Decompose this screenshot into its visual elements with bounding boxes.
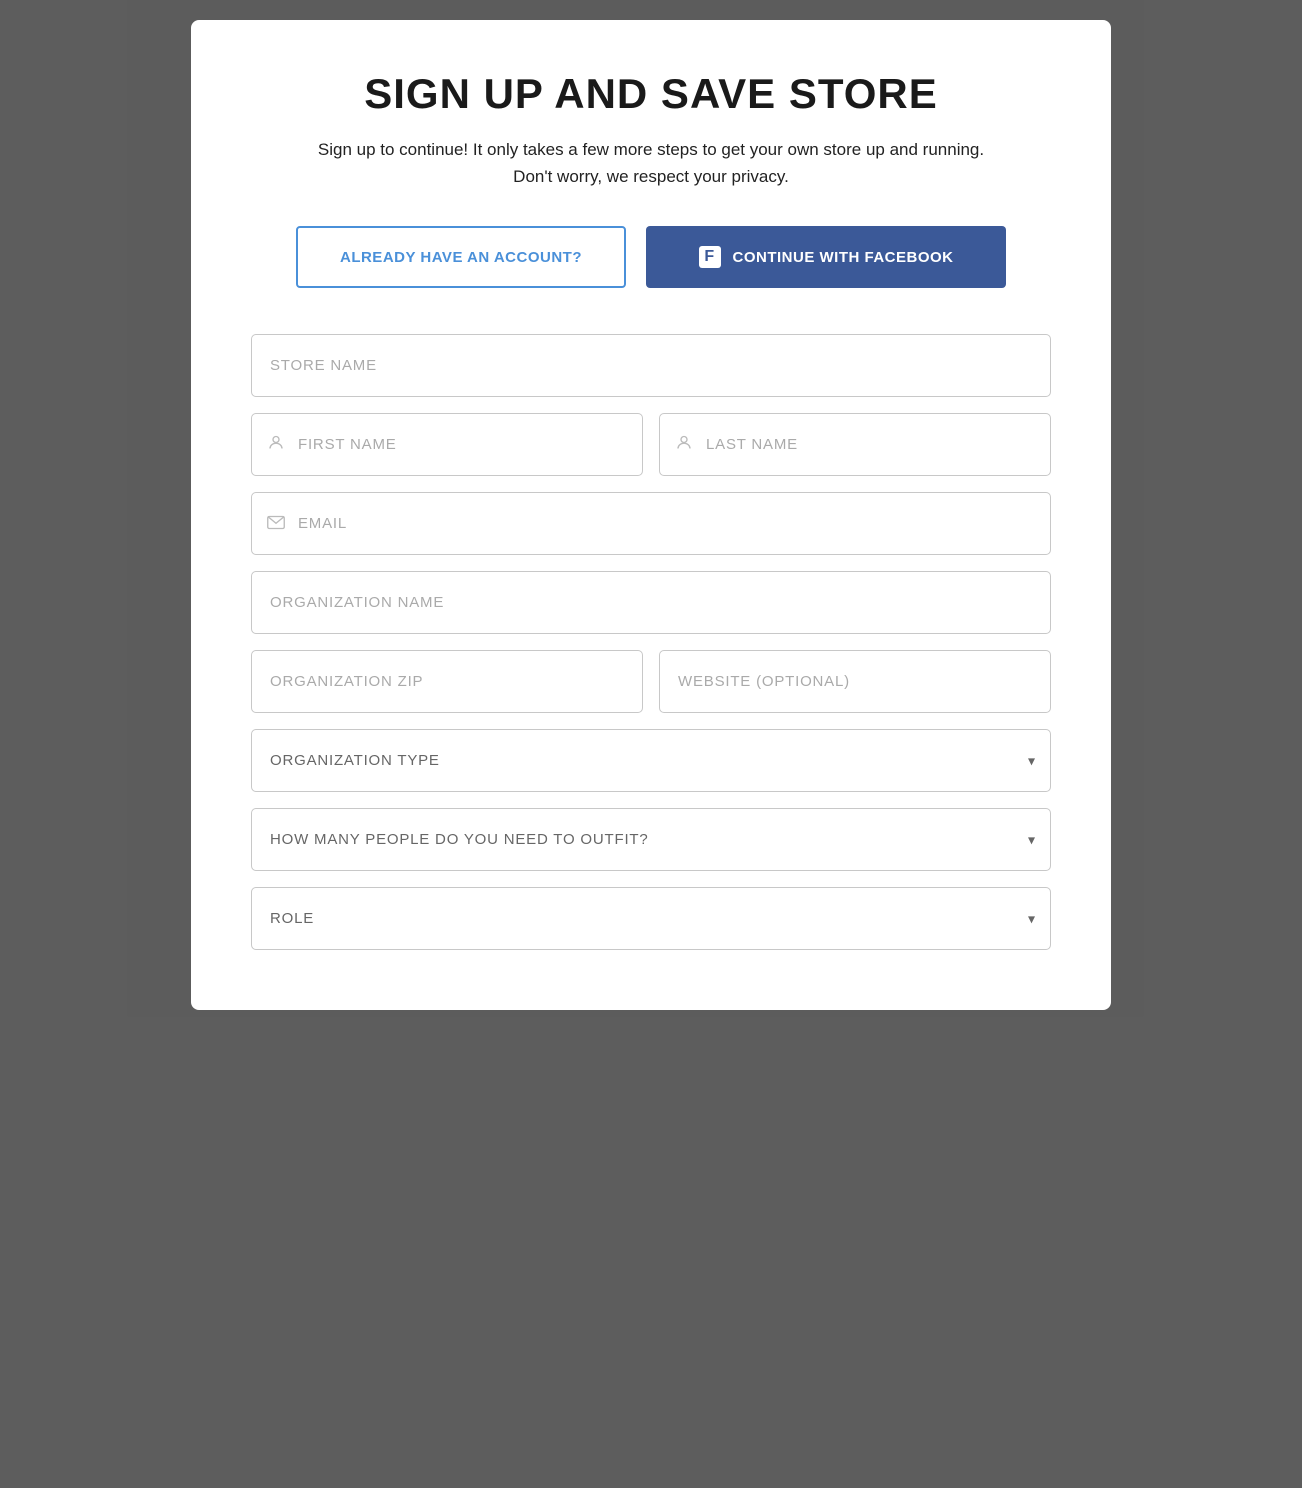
signup-form: ORGANIZATION TYPE Nonprofit School Busin… bbox=[251, 334, 1051, 950]
org-zip-field bbox=[251, 650, 643, 713]
subtitle-line1: Sign up to continue! It only takes a few… bbox=[318, 140, 984, 159]
store-name-field bbox=[251, 334, 1051, 397]
overlay: SIGN UP AND SAVE STORE Sign up to contin… bbox=[0, 0, 1302, 1488]
org-name-field bbox=[251, 571, 1051, 634]
role-field: ROLE Admin Manager Member ▾ bbox=[251, 887, 1051, 950]
action-buttons: ALREADY HAVE AN ACCOUNT? f CONTINUE WITH… bbox=[251, 226, 1051, 288]
already-have-account-button[interactable]: ALREADY HAVE AN ACCOUNT? bbox=[296, 226, 626, 288]
first-name-input[interactable] bbox=[251, 413, 643, 476]
subtitle-line2: Don't worry, we respect your privacy. bbox=[513, 167, 789, 186]
store-name-input[interactable] bbox=[251, 334, 1051, 397]
facebook-icon: f bbox=[699, 246, 721, 268]
last-name-field bbox=[659, 413, 1051, 476]
first-name-field bbox=[251, 413, 643, 476]
signup-modal: SIGN UP AND SAVE STORE Sign up to contin… bbox=[191, 20, 1111, 1010]
org-zip-input[interactable] bbox=[251, 650, 643, 713]
outfit-count-field: HOW MANY PEOPLE DO YOU NEED TO OUTFIT? 1… bbox=[251, 808, 1051, 871]
facebook-continue-button[interactable]: f CONTINUE WITH FACEBOOK bbox=[646, 226, 1006, 288]
last-name-input[interactable] bbox=[659, 413, 1051, 476]
email-input[interactable] bbox=[251, 492, 1051, 555]
email-field bbox=[251, 492, 1051, 555]
modal-subtitle: Sign up to continue! It only takes a few… bbox=[251, 136, 1051, 190]
name-row bbox=[251, 413, 1051, 476]
facebook-button-label: CONTINUE WITH FACEBOOK bbox=[733, 249, 954, 266]
website-input[interactable] bbox=[659, 650, 1051, 713]
org-type-select[interactable]: ORGANIZATION TYPE Nonprofit School Busin… bbox=[251, 729, 1051, 792]
org-type-field: ORGANIZATION TYPE Nonprofit School Busin… bbox=[251, 729, 1051, 792]
role-select[interactable]: ROLE Admin Manager Member bbox=[251, 887, 1051, 950]
outfit-count-select[interactable]: HOW MANY PEOPLE DO YOU NEED TO OUTFIT? 1… bbox=[251, 808, 1051, 871]
org-name-input[interactable] bbox=[251, 571, 1051, 634]
modal-title: SIGN UP AND SAVE STORE bbox=[251, 70, 1051, 118]
org-details-row bbox=[251, 650, 1051, 713]
website-field bbox=[659, 650, 1051, 713]
